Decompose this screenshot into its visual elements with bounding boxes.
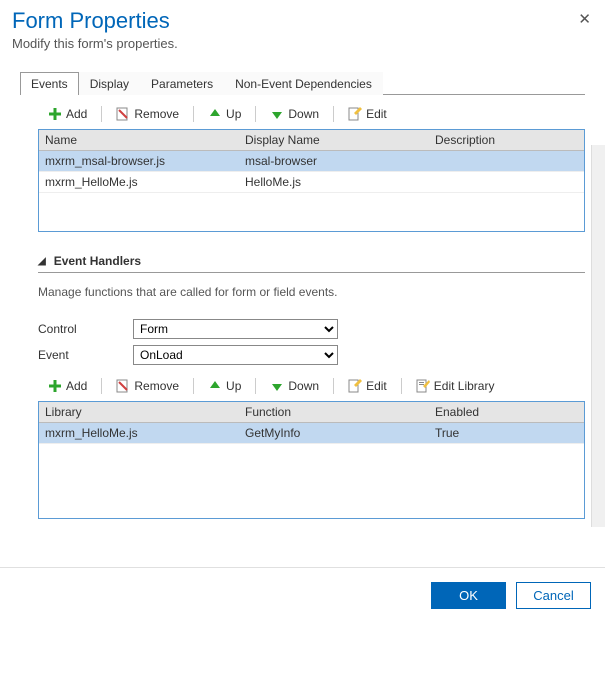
section-description: Manage functions that are called for for… <box>38 285 585 299</box>
remove-button[interactable]: Remove <box>110 377 185 395</box>
toolbar-separator <box>193 106 194 122</box>
dialog-title: Form Properties <box>12 8 593 34</box>
dialog-footer: OK Cancel <box>0 567 605 623</box>
collapse-icon: ◢ <box>38 256 46 267</box>
down-button[interactable]: Down <box>264 105 325 123</box>
cell-enabled: True <box>429 423 584 443</box>
add-button[interactable]: Add <box>42 377 93 395</box>
toolbar-separator <box>333 106 334 122</box>
col-header-function[interactable]: Function <box>239 402 429 422</box>
cell-function: GetMyInfo <box>239 423 429 443</box>
toolbar-separator <box>255 106 256 122</box>
button-label: Remove <box>134 379 179 393</box>
grid-header: Library Function Enabled <box>39 402 584 423</box>
col-header-display[interactable]: Display Name <box>239 130 429 150</box>
plus-icon <box>48 379 62 393</box>
button-label: Down <box>288 107 319 121</box>
control-row: Control Form <box>38 319 585 339</box>
add-button[interactable]: Add <box>42 105 93 123</box>
tab-parameters[interactable]: Parameters <box>140 72 224 95</box>
grid-header: Name Display Name Description <box>39 130 584 151</box>
grid-body: mxrm_msal-browser.js msal-browser mxrm_H… <box>39 151 584 231</box>
plus-icon <box>48 107 62 121</box>
cell-display: msal-browser <box>239 151 429 171</box>
tab-non-event-deps[interactable]: Non-Event Dependencies <box>224 72 383 95</box>
handlers-grid: Library Function Enabled mxrm_HelloMe.js… <box>38 401 585 519</box>
toolbar-separator <box>101 378 102 394</box>
edit-icon <box>348 379 362 393</box>
cell-desc <box>429 172 584 192</box>
dialog-subtitle: Modify this form's properties. <box>12 36 593 51</box>
event-select[interactable]: OnLoad <box>133 345 338 365</box>
edit-library-button[interactable]: Edit Library <box>410 377 501 395</box>
libraries-toolbar: Add Remove Up Down Edit <box>38 101 585 129</box>
button-label: Add <box>66 107 87 121</box>
dialog-body: Events Display Parameters Non-Event Depe… <box>0 55 605 527</box>
tab-label: Events <box>31 77 68 91</box>
event-handlers-header[interactable]: ◢ Event Handlers <box>38 254 585 273</box>
col-header-desc[interactable]: Description <box>429 130 584 150</box>
tab-label: Display <box>90 77 129 91</box>
button-label: OK <box>459 588 478 603</box>
dialog-header: Form Properties Modify this form's prope… <box>0 0 605 55</box>
button-label: Add <box>66 379 87 393</box>
toolbar-separator <box>193 378 194 394</box>
tab-label: Parameters <box>151 77 213 91</box>
button-label: Up <box>226 107 241 121</box>
edit-button[interactable]: Edit <box>342 377 393 395</box>
button-label: Up <box>226 379 241 393</box>
tab-events[interactable]: Events <box>20 72 79 95</box>
table-row[interactable]: mxrm_msal-browser.js msal-browser <box>39 151 584 172</box>
cell-name: mxrm_msal-browser.js <box>39 151 239 171</box>
toolbar-separator <box>401 378 402 394</box>
col-header-enabled[interactable]: Enabled <box>429 402 584 422</box>
button-label: Edit <box>366 379 387 393</box>
control-label: Control <box>38 322 133 336</box>
edit-library-icon <box>416 379 430 393</box>
arrow-down-icon <box>270 379 284 393</box>
libraries-grid: Name Display Name Description mxrm_msal-… <box>38 129 585 232</box>
tab-label: Non-Event Dependencies <box>235 77 372 91</box>
vertical-scrollbar[interactable] <box>591 145 605 527</box>
toolbar-separator <box>333 378 334 394</box>
event-label: Event <box>38 348 133 362</box>
tab-display[interactable]: Display <box>79 72 140 95</box>
event-row: Event OnLoad <box>38 345 585 365</box>
table-row[interactable]: mxrm_HelloMe.js HelloMe.js <box>39 172 584 193</box>
toolbar-separator <box>101 106 102 122</box>
button-label: Cancel <box>533 588 573 603</box>
table-row[interactable]: mxrm_HelloMe.js GetMyInfo True <box>39 423 584 444</box>
close-icon[interactable]: ✕ <box>578 10 591 28</box>
button-label: Edit <box>366 107 387 121</box>
cell-display: HelloMe.js <box>239 172 429 192</box>
button-label: Edit Library <box>434 379 495 393</box>
cell-name: mxrm_HelloMe.js <box>39 172 239 192</box>
tab-strip: Events Display Parameters Non-Event Depe… <box>20 71 585 95</box>
col-header-library[interactable]: Library <box>39 402 239 422</box>
handlers-toolbar: Add Remove Up Down Edit <box>38 373 585 401</box>
section-title: Event Handlers <box>54 254 141 268</box>
cell-library: mxrm_HelloMe.js <box>39 423 239 443</box>
toolbar-separator <box>255 378 256 394</box>
ok-button[interactable]: OK <box>431 582 506 609</box>
up-button[interactable]: Up <box>202 377 247 395</box>
remove-icon <box>116 107 130 121</box>
tab-panel-events: Add Remove Up Down Edit <box>38 95 585 519</box>
arrow-up-icon <box>208 379 222 393</box>
button-label: Remove <box>134 107 179 121</box>
edit-icon <box>348 107 362 121</box>
cancel-button[interactable]: Cancel <box>516 582 591 609</box>
down-button[interactable]: Down <box>264 377 325 395</box>
arrow-down-icon <box>270 107 284 121</box>
cell-desc <box>429 151 584 171</box>
remove-icon <box>116 379 130 393</box>
edit-button[interactable]: Edit <box>342 105 393 123</box>
control-select[interactable]: Form <box>133 319 338 339</box>
up-button[interactable]: Up <box>202 105 247 123</box>
grid-body: mxrm_HelloMe.js GetMyInfo True <box>39 423 584 518</box>
col-header-name[interactable]: Name <box>39 130 239 150</box>
button-label: Down <box>288 379 319 393</box>
remove-button[interactable]: Remove <box>110 105 185 123</box>
arrow-up-icon <box>208 107 222 121</box>
